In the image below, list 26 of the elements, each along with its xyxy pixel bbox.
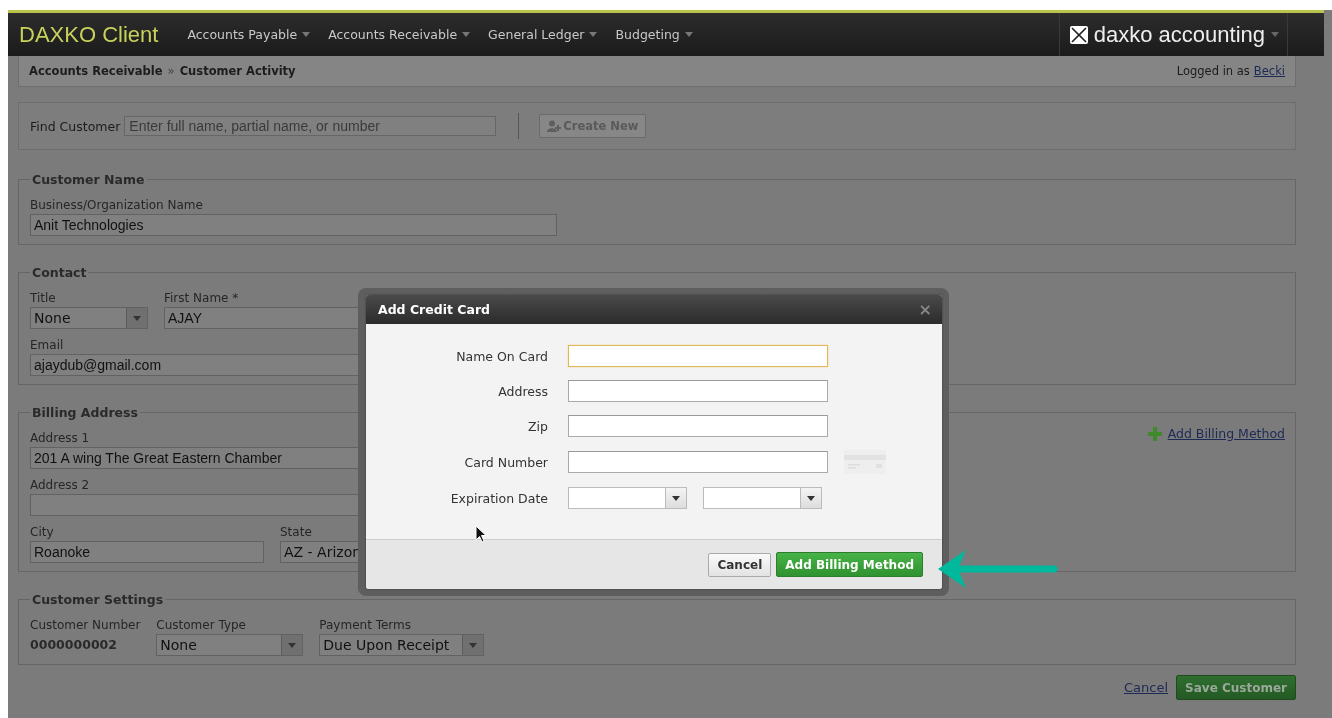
field-label: Expiration Date: [449, 490, 548, 506]
app-title: DAXKO Client: [18, 20, 159, 49]
field-label: Card Number: [463, 454, 548, 470]
field-label: Email: [30, 338, 64, 352]
field-label: Find Customer: [30, 118, 121, 134]
section-legend: Customer Name: [30, 172, 147, 187]
breadcrumb-item: Customer Activity: [179, 64, 296, 78]
dialog-title: Add Credit Card: [378, 302, 491, 317]
section-legend: Contact: [30, 265, 89, 280]
section-legend: Customer Settings: [30, 592, 166, 607]
login-text: Logged in as: [1176, 64, 1250, 78]
field-label: State: [280, 525, 312, 539]
customer-number: 0000000002: [30, 637, 117, 652]
field-label: Address 2: [30, 478, 90, 492]
field-label: Customer Number: [30, 618, 141, 632]
field-label: Business/Organization Name: [30, 198, 203, 212]
field-label: Address 1: [30, 431, 90, 445]
section-legend: Billing Address: [30, 405, 140, 420]
field-label: First Name *: [164, 291, 239, 305]
field-label: Zip: [527, 418, 548, 434]
field-label: Address: [497, 383, 548, 399]
field-label: Customer Type: [156, 618, 246, 632]
field-label: Payment Terms: [319, 618, 411, 632]
field-label: City: [30, 525, 54, 539]
breadcrumb-separator: »: [167, 64, 175, 78]
field-label: Title: [30, 291, 56, 305]
